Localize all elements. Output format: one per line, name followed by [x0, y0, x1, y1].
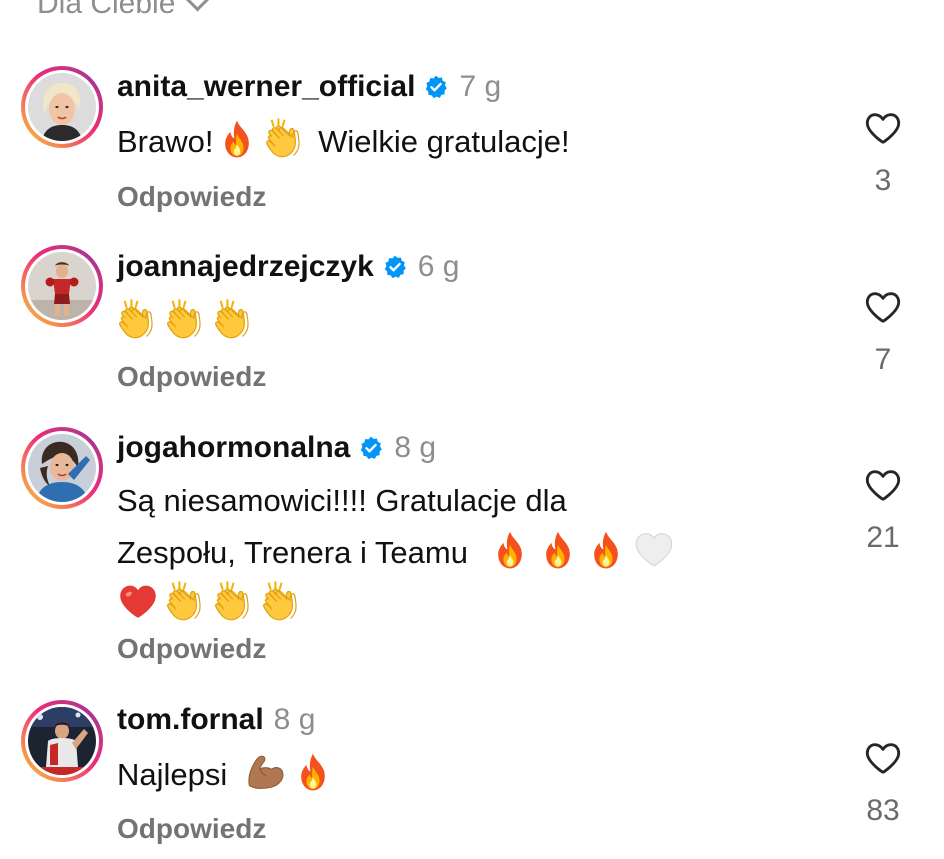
like-count: 21	[866, 521, 900, 554]
heart-outline-icon[interactable]	[863, 108, 903, 148]
like-control: 3	[860, 108, 906, 198]
fire-emoji-icon	[292, 751, 334, 793]
heart-outline-icon[interactable]	[863, 287, 903, 327]
comment-username[interactable]: jogahormonalna	[117, 431, 350, 465]
fire-emoji-icon	[216, 118, 258, 160]
avatar[interactable]	[21, 66, 103, 148]
flexed-biceps-emoji-icon	[244, 751, 286, 793]
like-control: 7	[860, 287, 906, 377]
comment-time: 6 g	[417, 250, 460, 283]
like-count: 7	[874, 343, 892, 376]
red-heart-emoji-icon	[117, 581, 159, 623]
clapping-hands-emoji-icon	[213, 581, 255, 623]
reply-button[interactable]: Odpowiedz	[117, 813, 266, 845]
comment-text-line: Zespołu, Trenera i Teamu	[117, 535, 468, 570]
comment-text: Najlepsi	[117, 750, 807, 800]
like-count: 83	[866, 794, 900, 827]
like-control: 21	[860, 465, 906, 555]
comment-username[interactable]: joannajedrzejczyk	[117, 250, 374, 284]
white-heart-emoji-icon	[633, 529, 675, 571]
chevron-down-icon	[185, 0, 210, 12]
comment-text-line: Są niesamowici!!!! Gratulacje dla	[117, 483, 567, 518]
comment-text: Brawo! Wielkie gratulacje!	[117, 117, 807, 167]
comment-text: Są niesamowici!!!! Gratulacje dla Zespoł…	[117, 475, 807, 631]
clapping-hands-emoji-icon	[165, 581, 207, 623]
avatar[interactable]	[21, 245, 103, 327]
clapping-hands-emoji-icon	[165, 299, 207, 341]
comment-text	[117, 298, 807, 348]
reply-button[interactable]: Odpowiedz	[117, 181, 266, 213]
like-count: 3	[874, 164, 892, 197]
sort-dropdown[interactable]: Dla Ciebie	[37, 0, 210, 24]
verified-badge-icon	[382, 254, 408, 280]
verified-badge-icon	[358, 435, 384, 461]
heart-outline-icon[interactable]	[863, 738, 903, 778]
clapping-hands-emoji-icon	[264, 118, 306, 160]
avatar[interactable]	[21, 427, 103, 509]
clapping-hands-emoji-icon	[213, 299, 255, 341]
verified-badge-icon	[423, 74, 449, 100]
reply-button[interactable]: Odpowiedz	[117, 633, 266, 665]
fire-emoji-icon	[489, 529, 531, 571]
comment-text-line: Najlepsi	[117, 757, 228, 792]
comment-time: 7 g	[459, 70, 502, 103]
comment-username[interactable]: tom.fornal	[117, 703, 264, 737]
clapping-hands-emoji-icon	[117, 299, 159, 341]
comment-username[interactable]: anita_werner_official	[117, 70, 415, 104]
clapping-hands-emoji-icon	[261, 581, 303, 623]
heart-outline-icon[interactable]	[863, 465, 903, 505]
sort-label: Dla Ciebie	[37, 0, 176, 20]
avatar[interactable]	[21, 700, 103, 782]
reply-button[interactable]: Odpowiedz	[117, 361, 266, 393]
fire-emoji-icon	[585, 529, 627, 571]
comment-time: 8 g	[273, 703, 316, 736]
fire-emoji-icon	[537, 529, 579, 571]
like-control: 83	[860, 738, 906, 828]
comment-time: 8 g	[394, 431, 437, 464]
